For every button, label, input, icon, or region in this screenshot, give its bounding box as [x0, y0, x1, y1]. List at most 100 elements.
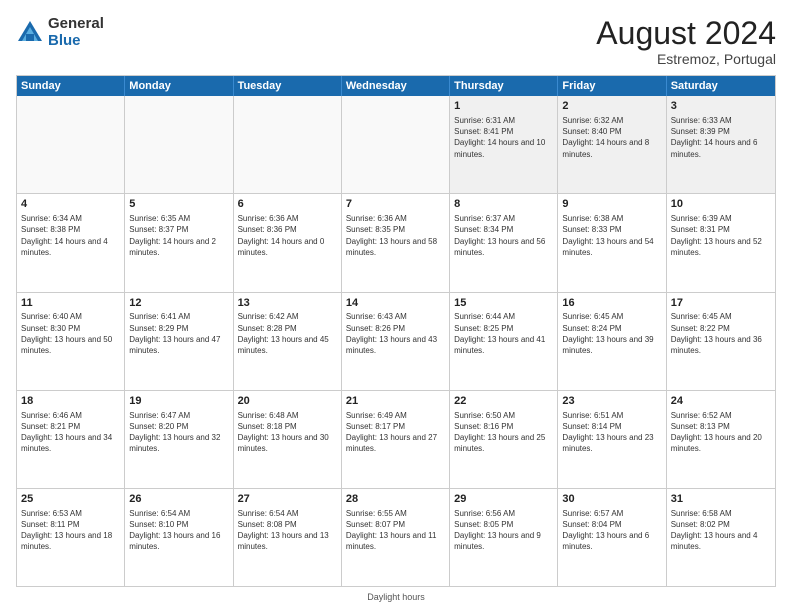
- empty-cell: [125, 96, 233, 193]
- calendar-row-0: 1Sunrise: 6:31 AM Sunset: 8:41 PM Daylig…: [17, 96, 775, 194]
- day-number: 26: [129, 492, 228, 507]
- day-number: 6: [238, 197, 337, 212]
- day-number: 4: [21, 197, 120, 212]
- day-info: Sunrise: 6:50 AM Sunset: 8:16 PM Dayligh…: [454, 410, 553, 455]
- title-block: August 2024 Estremoz, Portugal: [596, 16, 776, 67]
- empty-cell: [17, 96, 125, 193]
- header: General Blue August 2024 Estremoz, Portu…: [16, 16, 776, 67]
- day-number: 28: [346, 492, 445, 507]
- day-cell-9: 9Sunrise: 6:38 AM Sunset: 8:33 PM Daylig…: [558, 194, 666, 291]
- day-cell-27: 27Sunrise: 6:54 AM Sunset: 8:08 PM Dayli…: [234, 489, 342, 586]
- calendar-header: SundayMondayTuesdayWednesdayThursdayFrid…: [17, 76, 775, 96]
- day-number: 3: [671, 99, 771, 114]
- day-info: Sunrise: 6:38 AM Sunset: 8:33 PM Dayligh…: [562, 213, 661, 258]
- day-info: Sunrise: 6:48 AM Sunset: 8:18 PM Dayligh…: [238, 410, 337, 455]
- day-number: 29: [454, 492, 553, 507]
- day-cell-10: 10Sunrise: 6:39 AM Sunset: 8:31 PM Dayli…: [667, 194, 775, 291]
- page: General Blue August 2024 Estremoz, Portu…: [0, 0, 792, 612]
- weekday-header-saturday: Saturday: [667, 76, 775, 96]
- calendar-row-3: 18Sunrise: 6:46 AM Sunset: 8:21 PM Dayli…: [17, 391, 775, 489]
- day-info: Sunrise: 6:54 AM Sunset: 8:08 PM Dayligh…: [238, 508, 337, 553]
- day-cell-31: 31Sunrise: 6:58 AM Sunset: 8:02 PM Dayli…: [667, 489, 775, 586]
- day-info: Sunrise: 6:32 AM Sunset: 8:40 PM Dayligh…: [562, 115, 661, 160]
- day-number: 10: [671, 197, 771, 212]
- calendar-row-2: 11Sunrise: 6:40 AM Sunset: 8:30 PM Dayli…: [17, 293, 775, 391]
- day-cell-3: 3Sunrise: 6:33 AM Sunset: 8:39 PM Daylig…: [667, 96, 775, 193]
- day-number: 9: [562, 197, 661, 212]
- day-cell-21: 21Sunrise: 6:49 AM Sunset: 8:17 PM Dayli…: [342, 391, 450, 488]
- day-cell-20: 20Sunrise: 6:48 AM Sunset: 8:18 PM Dayli…: [234, 391, 342, 488]
- day-info: Sunrise: 6:57 AM Sunset: 8:04 PM Dayligh…: [562, 508, 661, 553]
- day-cell-25: 25Sunrise: 6:53 AM Sunset: 8:11 PM Dayli…: [17, 489, 125, 586]
- day-number: 16: [562, 296, 661, 311]
- day-cell-30: 30Sunrise: 6:57 AM Sunset: 8:04 PM Dayli…: [558, 489, 666, 586]
- calendar: SundayMondayTuesdayWednesdayThursdayFrid…: [16, 75, 776, 587]
- day-info: Sunrise: 6:37 AM Sunset: 8:34 PM Dayligh…: [454, 213, 553, 258]
- empty-cell: [234, 96, 342, 193]
- weekday-header-friday: Friday: [558, 76, 666, 96]
- day-number: 7: [346, 197, 445, 212]
- day-info: Sunrise: 6:35 AM Sunset: 8:37 PM Dayligh…: [129, 213, 228, 258]
- day-cell-17: 17Sunrise: 6:45 AM Sunset: 8:22 PM Dayli…: [667, 293, 775, 390]
- logo-general-text: General: [48, 16, 104, 33]
- day-info: Sunrise: 6:56 AM Sunset: 8:05 PM Dayligh…: [454, 508, 553, 553]
- calendar-body: 1Sunrise: 6:31 AM Sunset: 8:41 PM Daylig…: [17, 96, 775, 586]
- day-number: 23: [562, 394, 661, 409]
- daylight-label: Daylight hours: [367, 592, 425, 602]
- day-info: Sunrise: 6:42 AM Sunset: 8:28 PM Dayligh…: [238, 311, 337, 356]
- day-cell-22: 22Sunrise: 6:50 AM Sunset: 8:16 PM Dayli…: [450, 391, 558, 488]
- day-info: Sunrise: 6:45 AM Sunset: 8:22 PM Dayligh…: [671, 311, 771, 356]
- weekday-header-monday: Monday: [125, 76, 233, 96]
- day-cell-6: 6Sunrise: 6:36 AM Sunset: 8:36 PM Daylig…: [234, 194, 342, 291]
- logo-blue-text: Blue: [48, 33, 104, 50]
- day-number: 17: [671, 296, 771, 311]
- day-cell-24: 24Sunrise: 6:52 AM Sunset: 8:13 PM Dayli…: [667, 391, 775, 488]
- day-info: Sunrise: 6:58 AM Sunset: 8:02 PM Dayligh…: [671, 508, 771, 553]
- day-cell-7: 7Sunrise: 6:36 AM Sunset: 8:35 PM Daylig…: [342, 194, 450, 291]
- day-number: 20: [238, 394, 337, 409]
- day-number: 30: [562, 492, 661, 507]
- weekday-header-wednesday: Wednesday: [342, 76, 450, 96]
- day-cell-19: 19Sunrise: 6:47 AM Sunset: 8:20 PM Dayli…: [125, 391, 233, 488]
- day-number: 13: [238, 296, 337, 311]
- day-info: Sunrise: 6:49 AM Sunset: 8:17 PM Dayligh…: [346, 410, 445, 455]
- day-number: 8: [454, 197, 553, 212]
- day-number: 15: [454, 296, 553, 311]
- month-year-title: August 2024: [596, 16, 776, 51]
- weekday-header-tuesday: Tuesday: [234, 76, 342, 96]
- day-info: Sunrise: 6:40 AM Sunset: 8:30 PM Dayligh…: [21, 311, 120, 356]
- day-number: 2: [562, 99, 661, 114]
- day-cell-15: 15Sunrise: 6:44 AM Sunset: 8:25 PM Dayli…: [450, 293, 558, 390]
- day-info: Sunrise: 6:36 AM Sunset: 8:35 PM Dayligh…: [346, 213, 445, 258]
- calendar-row-1: 4Sunrise: 6:34 AM Sunset: 8:38 PM Daylig…: [17, 194, 775, 292]
- day-number: 25: [21, 492, 120, 507]
- day-number: 22: [454, 394, 553, 409]
- calendar-row-4: 25Sunrise: 6:53 AM Sunset: 8:11 PM Dayli…: [17, 489, 775, 586]
- day-cell-8: 8Sunrise: 6:37 AM Sunset: 8:34 PM Daylig…: [450, 194, 558, 291]
- day-number: 24: [671, 394, 771, 409]
- day-cell-26: 26Sunrise: 6:54 AM Sunset: 8:10 PM Dayli…: [125, 489, 233, 586]
- location-subtitle: Estremoz, Portugal: [596, 51, 776, 67]
- day-number: 21: [346, 394, 445, 409]
- day-cell-13: 13Sunrise: 6:42 AM Sunset: 8:28 PM Dayli…: [234, 293, 342, 390]
- day-info: Sunrise: 6:51 AM Sunset: 8:14 PM Dayligh…: [562, 410, 661, 455]
- weekday-header-sunday: Sunday: [17, 76, 125, 96]
- day-cell-5: 5Sunrise: 6:35 AM Sunset: 8:37 PM Daylig…: [125, 194, 233, 291]
- day-cell-12: 12Sunrise: 6:41 AM Sunset: 8:29 PM Dayli…: [125, 293, 233, 390]
- logo: General Blue: [16, 16, 104, 49]
- day-number: 14: [346, 296, 445, 311]
- day-cell-23: 23Sunrise: 6:51 AM Sunset: 8:14 PM Dayli…: [558, 391, 666, 488]
- day-info: Sunrise: 6:46 AM Sunset: 8:21 PM Dayligh…: [21, 410, 120, 455]
- day-info: Sunrise: 6:31 AM Sunset: 8:41 PM Dayligh…: [454, 115, 553, 160]
- day-info: Sunrise: 6:43 AM Sunset: 8:26 PM Dayligh…: [346, 311, 445, 356]
- day-info: Sunrise: 6:54 AM Sunset: 8:10 PM Dayligh…: [129, 508, 228, 553]
- day-number: 31: [671, 492, 771, 507]
- day-cell-4: 4Sunrise: 6:34 AM Sunset: 8:38 PM Daylig…: [17, 194, 125, 291]
- day-number: 12: [129, 296, 228, 311]
- day-number: 1: [454, 99, 553, 114]
- day-cell-28: 28Sunrise: 6:55 AM Sunset: 8:07 PM Dayli…: [342, 489, 450, 586]
- day-cell-16: 16Sunrise: 6:45 AM Sunset: 8:24 PM Dayli…: [558, 293, 666, 390]
- day-info: Sunrise: 6:55 AM Sunset: 8:07 PM Dayligh…: [346, 508, 445, 553]
- footer: Daylight hours: [16, 592, 776, 602]
- day-info: Sunrise: 6:41 AM Sunset: 8:29 PM Dayligh…: [129, 311, 228, 356]
